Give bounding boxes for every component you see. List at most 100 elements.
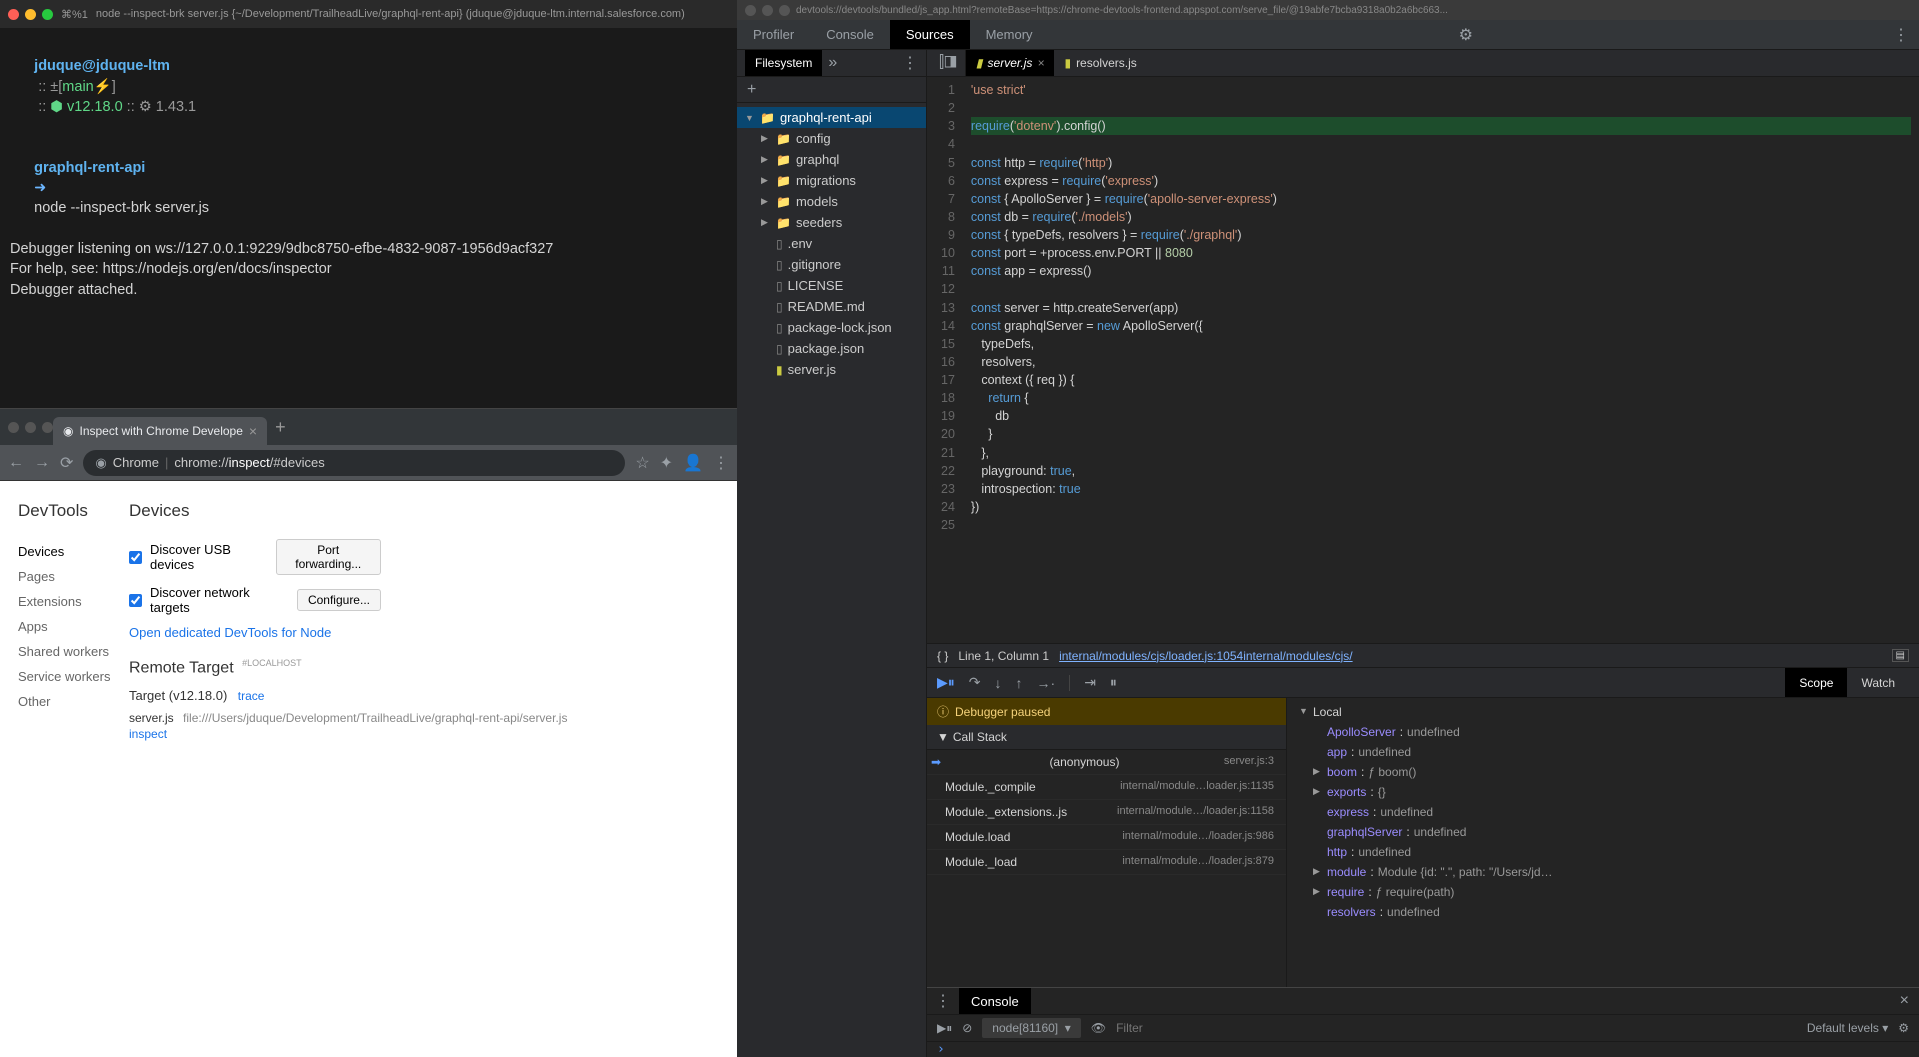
file-tab[interactable]: ▮server.js× <box>966 50 1055 76</box>
clear-console-icon[interactable]: ⊘ <box>962 1021 972 1035</box>
resume-icon[interactable]: ▶⏸ <box>937 674 955 691</box>
console-tab[interactable]: Console <box>959 988 1031 1014</box>
execution-context-select[interactable]: node[81160] ▾ <box>982 1018 1081 1038</box>
console-settings-icon[interactable]: ⚙ <box>1898 1021 1909 1035</box>
call-stack-header[interactable]: ▼Call Stack <box>927 725 1286 750</box>
log-levels-select[interactable]: Default levels ▾ <box>1807 1021 1888 1035</box>
tree-file[interactable]: ▮server.js <box>737 359 926 380</box>
minimize-window-icon[interactable] <box>762 5 773 16</box>
scope-variable[interactable]: graphqlServer: undefined <box>1309 822 1911 842</box>
nav-item-apps[interactable]: Apps <box>18 614 113 639</box>
reload-icon[interactable]: ⟳ <box>60 453 73 473</box>
terminal-body[interactable]: jduque@jduque-ltm :: ±[main⚡] :: ⬢ v12.1… <box>0 28 737 408</box>
nav-item-shared-workers[interactable]: Shared workers <box>18 639 113 664</box>
nav-item-extensions[interactable]: Extensions <box>18 589 113 614</box>
nav-item-other[interactable]: Other <box>18 689 113 714</box>
code-editor[interactable]: 1234567891011121314151617181920212223242… <box>927 77 1919 643</box>
new-tab-button[interactable]: + <box>275 417 286 438</box>
configure-button[interactable]: Configure... <box>297 589 381 611</box>
tab-console[interactable]: Console <box>810 20 890 49</box>
deactivate-breakpoints-icon[interactable]: ⇥ <box>1084 674 1096 691</box>
tree-file[interactable]: ▯README.md <box>737 296 926 317</box>
close-tab-icon[interactable]: × <box>249 423 257 439</box>
tree-file[interactable]: ▯.gitignore <box>737 254 926 275</box>
tree-folder[interactable]: ▶📁config <box>737 128 926 149</box>
scope-variable[interactable]: ▶boom: ƒ boom() <box>1309 762 1911 782</box>
more-icon[interactable]: ⋮ <box>1883 25 1919 45</box>
console-menu-icon[interactable]: ⋮ <box>927 991 959 1011</box>
step-into-icon[interactable]: ↓ <box>995 675 1002 691</box>
minimize-window-icon[interactable] <box>25 9 36 20</box>
minimize-window-icon[interactable] <box>25 422 36 433</box>
step-over-icon[interactable]: ↷ <box>969 674 981 691</box>
toggle-navigator-icon[interactable]: ⫿◨ <box>931 50 966 76</box>
scope-variable[interactable]: express: undefined <box>1309 802 1911 822</box>
inspect-link[interactable]: inspect <box>129 727 721 741</box>
filesystem-tab[interactable]: Filesystem <box>745 50 822 76</box>
menu-icon[interactable]: ⋮ <box>713 453 729 473</box>
scope-tab[interactable]: Scope <box>1785 668 1847 697</box>
dedicated-devtools-link[interactable]: Open dedicated DevTools for Node <box>129 625 721 640</box>
scope-root[interactable]: ▼Local <box>1295 702 1911 722</box>
back-icon[interactable]: ← <box>8 454 24 472</box>
live-expression-icon[interactable]: 👁 <box>1091 1021 1106 1035</box>
tree-folder[interactable]: ▶📁migrations <box>737 170 926 191</box>
discover-network-checkbox[interactable] <box>129 594 142 607</box>
stack-frame[interactable]: Module._extensions..jsinternal/module…/l… <box>927 800 1286 825</box>
stack-frame[interactable]: (anonymous)server.js:3 <box>927 750 1286 775</box>
more-tabs-icon[interactable]: » <box>828 54 837 72</box>
scope-variable[interactable]: http: undefined <box>1309 842 1911 862</box>
add-folder-button[interactable]: + <box>737 77 926 103</box>
scope-variable[interactable]: ▶require: ƒ require(path) <box>1309 882 1911 902</box>
stack-frame[interactable]: Module._compileinternal/module…loader.js… <box>927 775 1286 800</box>
console-filter-input[interactable] <box>1116 1021 1797 1035</box>
tab-memory[interactable]: Memory <box>970 20 1049 49</box>
settings-icon[interactable]: ⚙ <box>1449 25 1483 45</box>
status-link[interactable]: internal/modules/cjs/loader.js:1054inter… <box>1059 649 1353 663</box>
scope-variable[interactable]: ▶exports: {} <box>1309 782 1911 802</box>
close-console-icon[interactable]: × <box>1890 992 1919 1010</box>
nav-item-devices[interactable]: Devices <box>18 539 113 564</box>
star-icon[interactable]: ☆ <box>635 453 649 473</box>
port-forwarding-button[interactable]: Port forwarding... <box>276 539 381 575</box>
tab-sources[interactable]: Sources <box>890 20 970 49</box>
tab-profiler[interactable]: Profiler <box>737 20 810 49</box>
stack-frame[interactable]: Module._loadinternal/module…/loader.js:8… <box>927 850 1286 875</box>
address-bar[interactable]: ◉ Chrome| chrome://inspect/#devices <box>83 450 625 476</box>
maximize-window-icon[interactable] <box>42 9 53 20</box>
panel-options-icon[interactable]: ⋮ <box>902 53 918 73</box>
tree-folder-root[interactable]: ▼📁 graphql-rent-api <box>737 107 926 128</box>
watch-tab[interactable]: Watch <box>1847 668 1909 697</box>
tree-folder[interactable]: ▶📁seeders <box>737 212 926 233</box>
nav-item-service-workers[interactable]: Service workers <box>18 664 113 689</box>
extensions-icon[interactable]: ✦ <box>660 453 673 473</box>
maximize-window-icon[interactable] <box>779 5 790 16</box>
close-window-icon[interactable] <box>8 422 19 433</box>
maximize-window-icon[interactable] <box>42 422 53 433</box>
step-out-icon[interactable]: ↑ <box>1016 675 1023 691</box>
forward-icon[interactable]: → <box>34 454 50 472</box>
console-sidebar-icon[interactable]: ▶⏸ <box>937 1021 952 1036</box>
browser-tab[interactable]: ◉ Inspect with Chrome Develope × <box>53 417 267 445</box>
discover-usb-checkbox[interactable] <box>129 551 142 564</box>
scope-variable[interactable]: resolvers: undefined <box>1309 902 1911 922</box>
close-window-icon[interactable] <box>745 5 756 16</box>
scope-variable[interactable]: ApolloServer: undefined <box>1309 722 1911 742</box>
tree-file[interactable]: ▯package-lock.json <box>737 317 926 338</box>
tree-file[interactable]: ▯package.json <box>737 338 926 359</box>
tree-folder[interactable]: ▶📁graphql <box>737 149 926 170</box>
step-icon[interactable]: →· <box>1037 675 1056 691</box>
scope-variable[interactable]: app: undefined <box>1309 742 1911 762</box>
tree-file[interactable]: ▯LICENSE <box>737 275 926 296</box>
brackets-icon[interactable]: { } <box>937 649 948 663</box>
tree-file[interactable]: ▯.env <box>737 233 926 254</box>
console-input[interactable]: › <box>927 1042 1919 1057</box>
nav-item-pages[interactable]: Pages <box>18 564 113 589</box>
stack-frame[interactable]: Module.loadinternal/module…/loader.js:98… <box>927 825 1286 850</box>
scope-variable[interactable]: ▶module: Module {id: ".", path: "/Users/… <box>1309 862 1911 882</box>
pause-exceptions-icon[interactable]: ⏸ <box>1110 674 1117 691</box>
profile-icon[interactable]: 👤 <box>683 453 703 473</box>
coverage-icon[interactable]: ▤ <box>1892 649 1909 662</box>
file-tab[interactable]: ▮resolvers.js <box>1054 50 1146 76</box>
tree-folder[interactable]: ▶📁models <box>737 191 926 212</box>
